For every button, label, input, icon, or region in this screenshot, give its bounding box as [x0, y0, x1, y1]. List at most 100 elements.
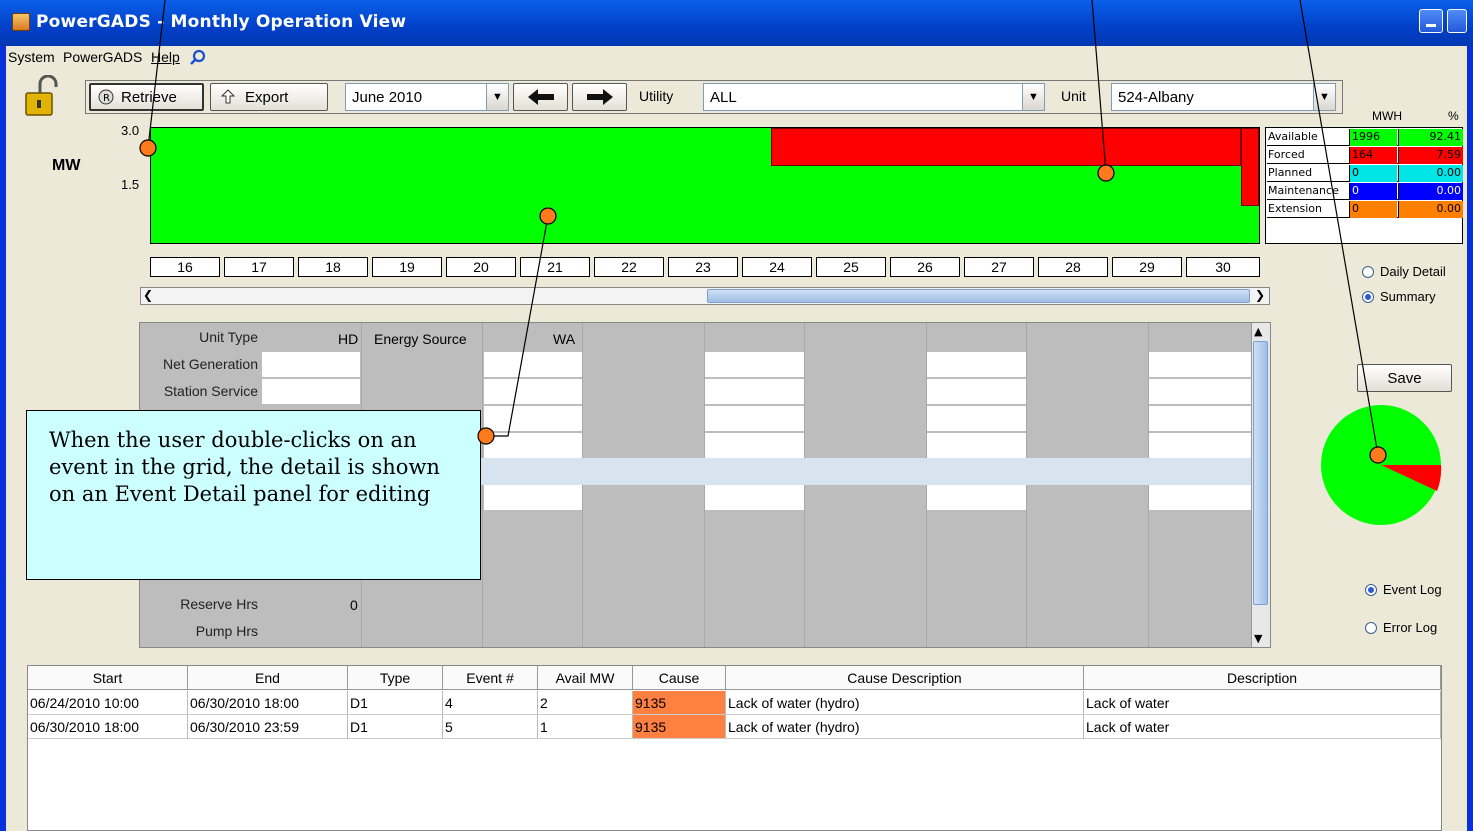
col-header-event-number[interactable]: Event # [443, 666, 538, 690]
event-description: Lack of water [1084, 691, 1441, 715]
capacity-chart[interactable] [150, 127, 1260, 244]
legend-row-forced: Forced 164 7.59 [1267, 147, 1463, 164]
col-header-type[interactable]: Type [348, 666, 443, 690]
col-header-end[interactable]: End [188, 666, 348, 690]
event-log-table[interactable]: Start End Type Event # Avail MW Cause Ca… [27, 665, 1442, 831]
day-cell[interactable]: 18 [298, 257, 368, 277]
legend-name: Extension [1268, 202, 1323, 215]
grid-row-label: Pump Hrs [195, 623, 258, 639]
maximize-button[interactable] [1447, 9, 1467, 33]
grid-cell[interactable] [705, 406, 804, 431]
grid-cell[interactable] [1149, 352, 1252, 377]
day-cell[interactable]: 20 [446, 257, 516, 277]
col-header-cause-description[interactable]: Cause Description [726, 666, 1084, 690]
horizontal-scrollbar[interactable]: ❮ ❯ [140, 287, 1270, 305]
grid-cell[interactable] [484, 406, 582, 431]
next-month-button[interactable] [572, 83, 627, 111]
day-cell[interactable]: 25 [816, 257, 886, 277]
day-cell[interactable]: 24 [742, 257, 812, 277]
grid-cell[interactable] [484, 352, 582, 377]
grid-cell[interactable] [705, 433, 804, 458]
radio-selected-icon [1362, 290, 1374, 303]
day-cell[interactable]: 27 [964, 257, 1034, 277]
month-select[interactable]: June 2010 ▼ [345, 83, 509, 111]
export-icon [220, 89, 236, 104]
legend-mwh: 0 [1349, 165, 1397, 182]
grid-cell[interactable] [1149, 406, 1252, 431]
day-cell[interactable]: 23 [668, 257, 738, 277]
col-header-avail-mw[interactable]: Avail MW [538, 666, 633, 690]
legend-name: Maintenance [1268, 184, 1339, 197]
grid-cell[interactable] [927, 352, 1026, 377]
day-cell[interactable]: 28 [1038, 257, 1108, 277]
grid-cell[interactable] [705, 352, 804, 377]
grid-cell[interactable] [262, 379, 360, 404]
event-description: Lack of water [1084, 715, 1441, 739]
grid-cell[interactable] [927, 406, 1026, 431]
grid-cell[interactable] [705, 379, 804, 404]
col-header-start[interactable]: Start [28, 666, 188, 690]
grid-row-reserve-hrs[interactable]: Reserve Hrs 0 [140, 591, 1252, 618]
search-icon[interactable] [190, 49, 206, 65]
daily-detail-radio[interactable]: Daily Detail [1362, 264, 1446, 279]
grid-cell[interactable] [705, 485, 804, 510]
grid-cell[interactable] [484, 379, 582, 404]
daily-detail-label: Daily Detail [1380, 264, 1446, 279]
day-cell[interactable]: 21 [520, 257, 590, 277]
event-log-radio[interactable]: Event Log [1365, 582, 1442, 597]
summary-radio[interactable]: Summary [1362, 289, 1436, 304]
retrieve-button[interactable]: R Retrieve [89, 83, 204, 111]
day-cell[interactable]: 22 [594, 257, 664, 277]
grid-cell[interactable] [1149, 485, 1252, 510]
grid-cell[interactable] [1149, 379, 1252, 404]
menu-help[interactable]: Help [151, 49, 180, 65]
scroll-thumb[interactable] [1253, 341, 1268, 605]
grid-row-pump-hrs[interactable]: Pump Hrs [140, 618, 1252, 645]
event-row[interactable]: 06/30/2010 18:00 06/30/2010 23:59 D1 5 1… [28, 715, 1441, 739]
forced-outage-bar-1[interactable] [771, 128, 1241, 166]
grid-cell[interactable] [1149, 433, 1252, 458]
reserve-hrs-value: 0 [350, 597, 358, 613]
unlocked-padlock-icon[interactable] [24, 75, 58, 117]
scroll-down-icon[interactable]: ▼ [1254, 632, 1262, 645]
grid-cell[interactable] [927, 433, 1026, 458]
grid-row-station-service[interactable]: Station Service [140, 378, 1252, 405]
minimize-button[interactable] [1419, 9, 1443, 33]
menu-powergads[interactable]: PowerGADS [63, 49, 142, 65]
event-log-label: Event Log [1383, 582, 1442, 597]
grid-cell[interactable] [262, 352, 360, 377]
grid-cell[interactable] [927, 379, 1026, 404]
col-header-description[interactable]: Description [1084, 666, 1441, 690]
previous-month-button[interactable] [513, 83, 568, 111]
day-cell[interactable]: 26 [890, 257, 960, 277]
utility-value: ALL [710, 88, 737, 106]
day-cell[interactable]: 29 [1112, 257, 1182, 277]
unit-select[interactable]: 524-Albany ▼ [1111, 83, 1336, 111]
scroll-up-icon[interactable]: ▲ [1254, 325, 1262, 338]
grid-cell[interactable] [484, 433, 582, 458]
scroll-left-icon[interactable]: ❮ [143, 288, 153, 302]
grid-cell[interactable] [484, 485, 582, 510]
forced-outage-bar-2[interactable] [1241, 128, 1259, 206]
utility-select[interactable]: ALL ▼ [703, 83, 1045, 111]
day-cell[interactable]: 30 [1186, 257, 1260, 277]
export-button[interactable]: Export [210, 83, 328, 111]
save-button[interactable]: Save [1357, 364, 1452, 392]
event-row[interactable]: 06/24/2010 10:00 06/30/2010 18:00 D1 4 2… [28, 691, 1441, 715]
grid-row-net-generation[interactable]: Net Generation [140, 351, 1252, 378]
day-cell[interactable]: 16 [150, 257, 220, 277]
legend-mwh-header: MWH [1372, 109, 1402, 123]
legend-name: Planned [1268, 166, 1313, 179]
scroll-right-icon[interactable]: ❯ [1255, 288, 1265, 302]
day-cell[interactable]: 19 [372, 257, 442, 277]
menu-system[interactable]: System [8, 49, 55, 65]
grid-cell[interactable] [927, 485, 1026, 510]
vertical-scrollbar[interactable]: ▲ ▼ [1251, 323, 1270, 647]
error-log-radio[interactable]: Error Log [1365, 620, 1437, 635]
retrieve-label: Retrieve [121, 88, 177, 106]
day-cell[interactable]: 17 [224, 257, 294, 277]
chevron-down-icon: ▼ [1313, 84, 1335, 110]
title-bar: PowerGADS - Monthly Operation View [0, 0, 1473, 46]
scroll-thumb[interactable] [707, 289, 1250, 303]
col-header-cause[interactable]: Cause [633, 666, 726, 690]
